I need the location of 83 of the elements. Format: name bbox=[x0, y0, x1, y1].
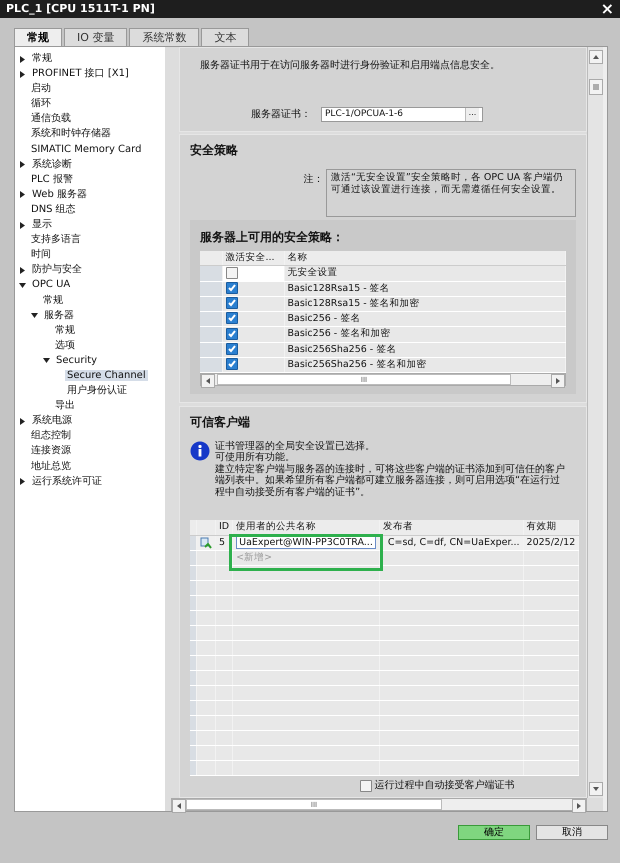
scroll-right-button[interactable] bbox=[551, 374, 565, 388]
tree-item[interactable]: DNS 组态 bbox=[29, 204, 78, 215]
table-cell: Basic128Rsa15 - 签名和加密 bbox=[284, 296, 566, 312]
scroll-right-button[interactable] bbox=[572, 799, 586, 813]
tree-item[interactable]: 系统诊断 bbox=[30, 158, 74, 170]
tree-item[interactable]: 服务器 bbox=[42, 310, 76, 321]
certificate-icon bbox=[200, 536, 212, 549]
cancel-button[interactable]: 取消 bbox=[536, 824, 608, 840]
column-header: 使用者的公共名称 bbox=[232, 520, 380, 535]
checkbox[interactable] bbox=[226, 312, 238, 324]
field-value: PLC-1/OPCUA-1-6 bbox=[325, 108, 404, 121]
tree-item[interactable]: 常规 bbox=[30, 53, 54, 64]
tree-item[interactable]: 地址总览 bbox=[29, 460, 73, 472]
tree-item[interactable]: 常规 bbox=[53, 324, 77, 336]
table-cell: Basic256 - 签名和加密 bbox=[284, 326, 566, 342]
description-text: 服务器证书用于在访问服务器时进行身份验证和启用端点信息安全。 bbox=[199, 58, 501, 73]
info-icon bbox=[190, 440, 210, 460]
info-text: 可使用所有功能。 bbox=[215, 452, 296, 464]
table-cell: 2025/2/12 bbox=[523, 535, 579, 550]
tab[interactable]: 常规 bbox=[14, 28, 62, 46]
tree-item[interactable]: OPC UA bbox=[30, 279, 72, 290]
section-heading: 可信客户端 bbox=[190, 414, 251, 430]
checkbox[interactable] bbox=[226, 342, 238, 355]
tree-item[interactable]: 运行系统许可证 bbox=[30, 476, 104, 487]
table-cell: Basic256 - 签名 bbox=[284, 312, 566, 327]
note-box: 激活“无安全设置”安全策略时，各 OPC UA 客户端仍可通过该设置进行连接，而无需遵循任何安全设置。 bbox=[326, 169, 576, 218]
column-header: ID bbox=[216, 520, 233, 535]
scroll-down-button[interactable] bbox=[588, 782, 602, 796]
tab[interactable]: 文本 bbox=[201, 28, 250, 46]
tree-item[interactable]: 导出 bbox=[53, 400, 77, 412]
tree-item[interactable]: SIMATIC Memory Card bbox=[29, 144, 144, 155]
checkbox-label: 运行过程中自动接受客户端证书 bbox=[374, 778, 514, 793]
section-heading: 服务器上可用的安全策略： bbox=[200, 228, 345, 246]
window-title: PLC_1 [CPU 1511T-1 PN] bbox=[6, 1, 155, 17]
checkbox[interactable] bbox=[226, 266, 238, 279]
scroll-up-button[interactable] bbox=[588, 50, 602, 64]
note-label: 注： bbox=[304, 172, 324, 187]
tree-item[interactable]: 启动 bbox=[29, 83, 53, 94]
tree-item[interactable]: 系统电源 bbox=[30, 415, 74, 426]
tree-item[interactable]: 系统和时钟存储器 bbox=[29, 128, 113, 140]
tree-item[interactable]: Web 服务器 bbox=[30, 188, 89, 200]
table-cell: Basic128Rsa15 - 签名 bbox=[284, 281, 566, 296]
checkbox[interactable] bbox=[226, 297, 238, 310]
tree-item[interactable]: 显示 bbox=[30, 219, 54, 230]
tree-item[interactable]: 连接资源 bbox=[29, 445, 73, 456]
tree-item[interactable]: 用户身份认证 bbox=[65, 385, 129, 396]
table-cell: 无安全设置 bbox=[284, 266, 566, 281]
tree-item[interactable]: PLC 报警 bbox=[29, 174, 75, 185]
tree-item[interactable]: 组态控制 bbox=[29, 430, 73, 442]
tree-item[interactable]: 常规 bbox=[41, 294, 65, 306]
column-header: 名称 bbox=[284, 250, 566, 266]
info-text: 建立特定客户端与服务器的连接时，可将这些客户端的证书添加到可信任的客户端列表中。如果希望所有客户端都可建立服务器连接，则可启用选项“在运行过程中自动接受所有客户端的证书”。 bbox=[215, 464, 566, 498]
tab[interactable]: IO 变量 bbox=[64, 28, 128, 46]
checkbox[interactable] bbox=[226, 282, 238, 294]
tree-item[interactable]: PROFINET 接口 [X1] bbox=[30, 68, 131, 80]
scroll-left-button[interactable] bbox=[172, 799, 186, 813]
checkbox[interactable] bbox=[360, 780, 372, 792]
field-label: 服务器证书： bbox=[251, 108, 311, 122]
scroll-left-button[interactable] bbox=[201, 374, 215, 388]
close-button[interactable]: × bbox=[600, 0, 614, 18]
checkbox[interactable] bbox=[226, 358, 238, 370]
info-text: 证书管理器的全局安全设置已选择。 bbox=[215, 440, 376, 452]
tab[interactable]: 系统常数 bbox=[129, 28, 200, 46]
table-cell: C=sd, C=df, CN=UaExper... bbox=[379, 535, 524, 550]
section-heading: 安全策略 bbox=[190, 142, 239, 160]
column-header: 激活安全... bbox=[222, 250, 284, 266]
tree-item[interactable]: 防护与安全 bbox=[30, 264, 84, 276]
tree-item[interactable]: 时间 bbox=[29, 249, 53, 260]
tree-item[interactable]: Secure Channel bbox=[65, 370, 148, 381]
certificate-field[interactable]: PLC-1/OPCUA-1-6 ... bbox=[321, 107, 483, 122]
checkbox[interactable] bbox=[226, 328, 238, 340]
table-cell: 5 bbox=[216, 535, 233, 550]
column-header: 有效期 bbox=[523, 520, 579, 535]
column-header: 发布者 bbox=[379, 520, 524, 535]
tree-item[interactable]: 支持多语言 bbox=[29, 234, 83, 246]
table-cell: Basic256Sha256 - 签名 bbox=[284, 342, 566, 358]
ok-button[interactable]: 确定 bbox=[458, 824, 530, 840]
tree-item[interactable]: 选项 bbox=[53, 340, 77, 351]
tree-item[interactable]: Security bbox=[54, 354, 100, 366]
scroll-thumb[interactable] bbox=[588, 78, 602, 94]
tree-item[interactable]: 通信负载 bbox=[29, 113, 73, 124]
browse-button[interactable]: ... bbox=[465, 108, 479, 121]
tree-item[interactable]: 循环 bbox=[29, 98, 53, 110]
